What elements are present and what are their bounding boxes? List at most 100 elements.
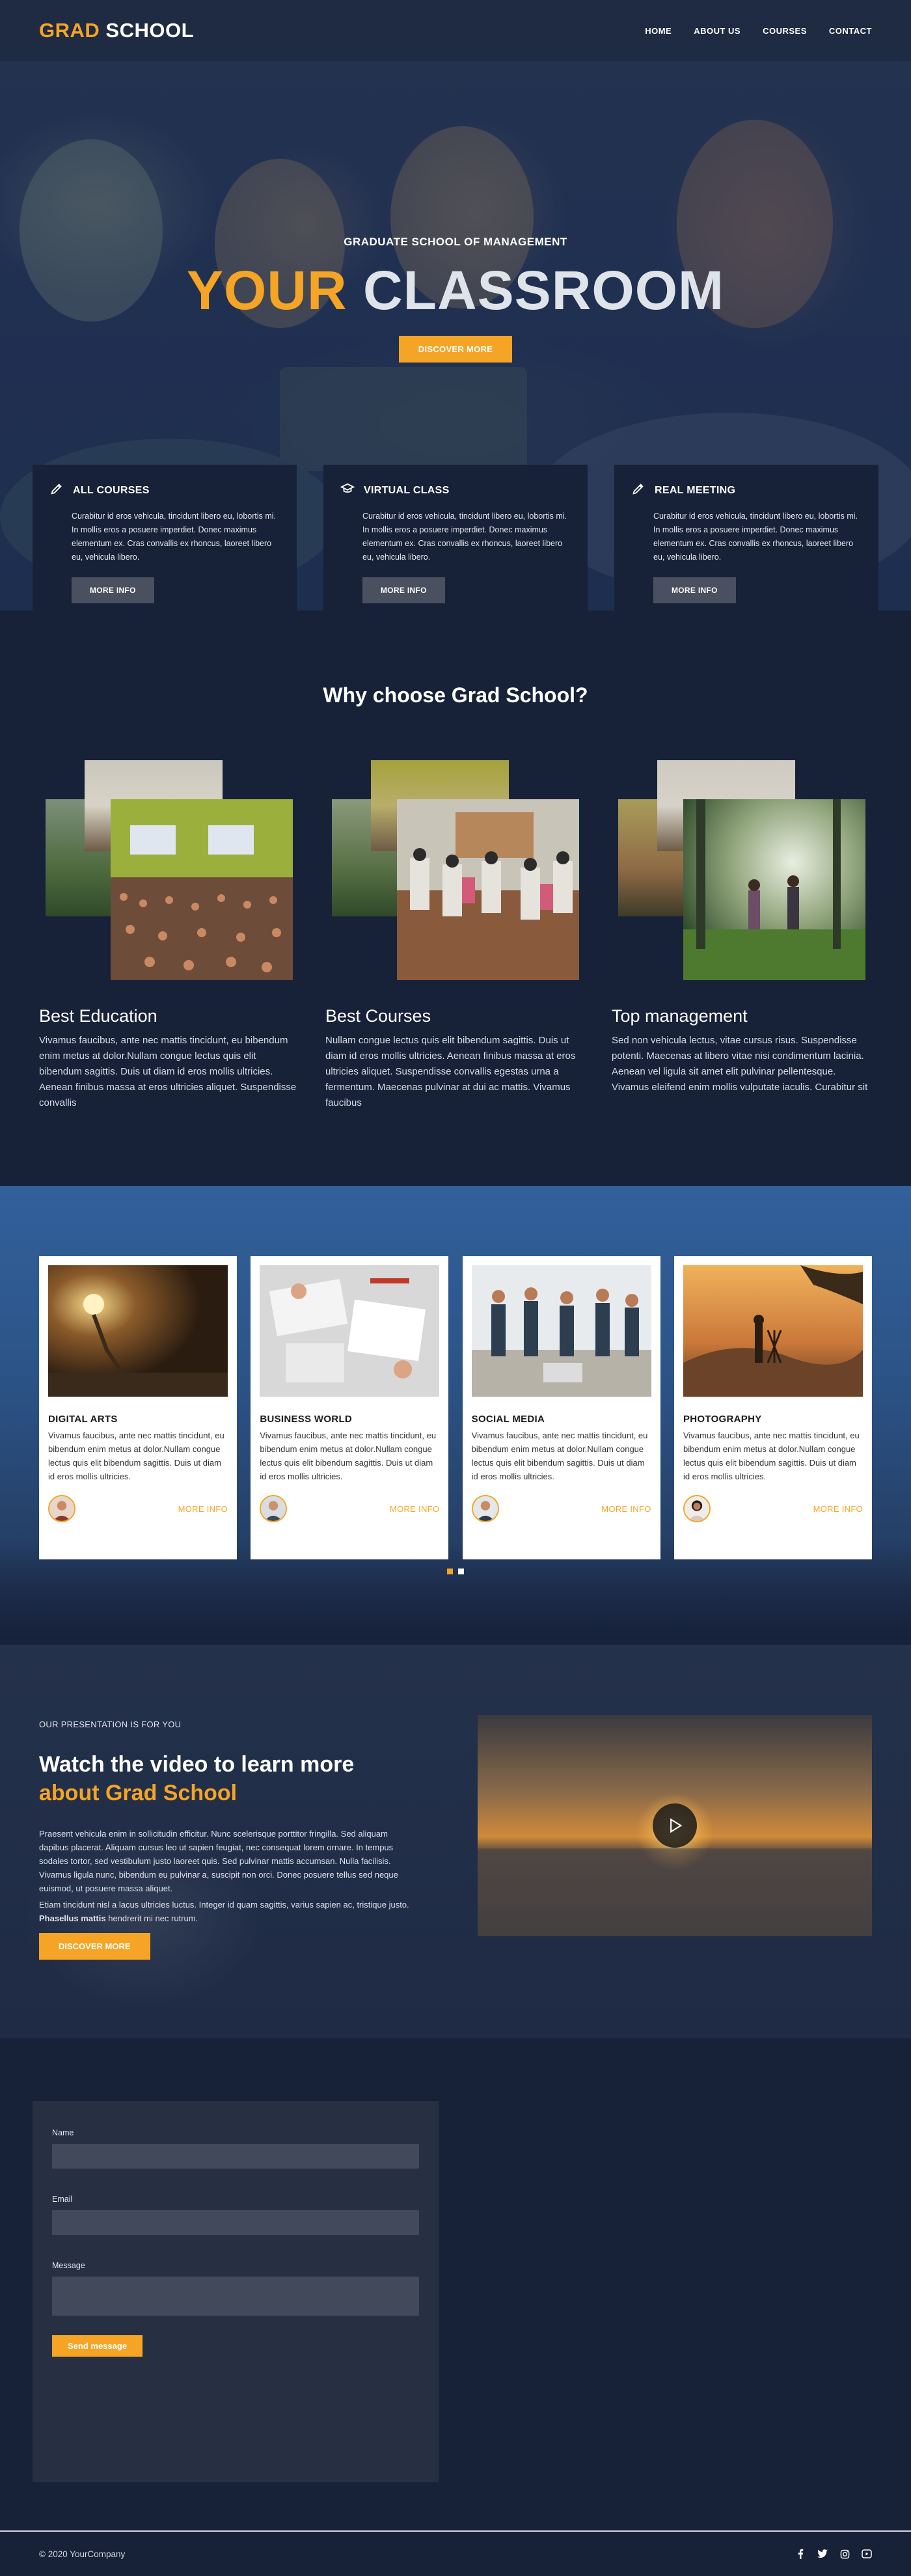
video-paragraph-2-end: hendrerit mi nec rutrum.	[105, 1913, 198, 1923]
course-text: Vivamus faucibus, ante nec mattis tincid…	[471, 1431, 648, 1481]
carousel-dot-1[interactable]	[447, 1569, 453, 1574]
avatar	[260, 1495, 288, 1522]
pencil-icon	[49, 482, 64, 499]
course-card-business-world[interactable]: BUSINESS WORLD Vivamus faucibus, ante ne…	[251, 1256, 449, 1559]
carousel-dots	[0, 1569, 911, 1574]
course-image	[683, 1265, 863, 1397]
why-columns: Best Education Vivamus faucibus, ante ne…	[39, 760, 872, 1111]
photo-stack	[612, 760, 872, 980]
logo-accent-text: GRAD	[39, 19, 100, 42]
video-title-accent: about Grad School	[39, 1781, 238, 1805]
nav-contact[interactable]: CONTACT	[829, 26, 872, 36]
feature-title: REAL MEETING	[655, 484, 736, 496]
feature-card-virtual-class: VIRTUAL CLASS Curabitur id eros vehicula…	[323, 465, 588, 610]
photo-stack	[39, 760, 299, 980]
video-paragraph-2-text: Etiam tincidunt nisl a lacus ultricies l…	[39, 1900, 409, 1910]
course-text: Vivamus faucibus, ante nec mattis tincid…	[260, 1431, 437, 1481]
course-image	[260, 1265, 440, 1397]
feature-text: Curabitur id eros vehicula, tincidunt li…	[653, 512, 858, 562]
contact-form: Name Email Message Send message	[33, 2101, 439, 2482]
photo-stack	[325, 760, 586, 980]
video-paragraph-2-bold: Phasellus mattis	[39, 1913, 106, 1923]
course-title: PHOTOGRAPHY	[683, 1414, 762, 1425]
feature-title: VIRTUAL CLASS	[364, 484, 450, 496]
feature-title: ALL COURSES	[73, 484, 150, 496]
feature-card-all-courses: ALL COURSES Curabitur id eros vehicula, …	[33, 465, 297, 610]
course-image	[48, 1265, 228, 1397]
hero-content: GRADUATE SCHOOL OF MANAGEMENT YOUR CLASS…	[0, 236, 911, 363]
course-text: Vivamus faucibus, ante nec mattis tincid…	[48, 1431, 224, 1481]
site-header: GRAD SCHOOL HOME ABOUT US COURSES CONTAC…	[0, 0, 911, 61]
main-nav: HOME ABOUT US COURSES CONTACT	[645, 26, 872, 36]
play-button[interactable]	[653, 1803, 697, 1848]
email-field[interactable]	[52, 2210, 419, 2235]
courses-section: DIGITAL ARTS Vivamus faucibus, ante nec …	[0, 1186, 911, 1645]
more-info-link[interactable]: MORE INFO	[601, 1504, 651, 1514]
video-title: Watch the video to learn more	[39, 1752, 355, 1777]
twitter-icon[interactable]	[817, 2549, 828, 2559]
nav-home[interactable]: HOME	[645, 26, 672, 36]
logo-text: SCHOOL	[105, 19, 195, 42]
hero-title-accent: YOUR	[186, 260, 347, 321]
social-links	[795, 2549, 872, 2559]
nav-about-us[interactable]: ABOUT US	[694, 26, 741, 36]
name-label: Name	[52, 2128, 74, 2137]
why-item-title: Best Courses	[325, 1006, 431, 1026]
video-paragraph: Praesent vehicula enim in sollicitudin e…	[39, 1829, 398, 1893]
course-image	[471, 1265, 651, 1397]
site-logo[interactable]: GRAD SCHOOL	[39, 19, 194, 42]
youtube-icon[interactable]	[862, 2549, 872, 2559]
more-info-button[interactable]: MORE INFO	[362, 577, 445, 603]
why-item-best-courses: Best Courses Nullam congue lectus quis e…	[325, 760, 586, 1111]
instagram-icon[interactable]	[839, 2549, 850, 2559]
hero-title-main: CLASSROOM	[363, 260, 725, 321]
more-info-link[interactable]: MORE INFO	[178, 1504, 228, 1514]
course-card-social-media[interactable]: SOCIAL MEDIA Vivamus faucibus, ante nec …	[462, 1256, 660, 1559]
send-message-button[interactable]: Send message	[52, 2335, 143, 2357]
nav-courses[interactable]: COURSES	[763, 26, 807, 36]
discover-more-button[interactable]: DISCOVER MORE	[398, 336, 513, 363]
discover-more-button[interactable]: DISCOVER MORE	[39, 1933, 150, 1960]
site-footer: © 2020 YourCompany	[0, 2530, 911, 2576]
hero-subtitle: GRADUATE SCHOOL OF MANAGEMENT	[344, 236, 567, 248]
course-title: SOCIAL MEDIA	[471, 1414, 545, 1425]
classroom-photo	[397, 799, 579, 980]
contact-section: Name Email Message Send message	[0, 2038, 911, 2530]
why-item-title: Top management	[612, 1006, 748, 1026]
why-item-top-management: Top management Sed non vehicula lectus, …	[612, 760, 872, 1111]
feature-card-real-meeting: REAL MEETING Curabitur id eros vehicula,…	[614, 465, 878, 610]
name-field[interactable]	[52, 2144, 419, 2169]
video-player[interactable]	[478, 1715, 872, 1936]
facebook-icon[interactable]	[795, 2549, 806, 2559]
more-info-link[interactable]: MORE INFO	[390, 1504, 439, 1514]
course-card-photography[interactable]: PHOTOGRAPHY Vivamus faucibus, ante nec m…	[673, 1256, 872, 1559]
more-info-link[interactable]: MORE INFO	[813, 1504, 863, 1514]
graduation-cap-icon	[340, 482, 355, 499]
feature-text: Curabitur id eros vehicula, tincidunt li…	[362, 512, 567, 562]
feature-text: Curabitur id eros vehicula, tincidunt li…	[72, 512, 277, 562]
course-text: Vivamus faucibus, ante nec mattis tincid…	[683, 1431, 860, 1481]
avatar	[48, 1495, 75, 1522]
more-info-button[interactable]: MORE INFO	[72, 577, 154, 603]
video-eyebrow: OUR PRESENTATION IS FOR YOU	[39, 1720, 182, 1729]
hero-section: GRADUATE SCHOOL OF MANAGEMENT YOUR CLASS…	[0, 61, 911, 610]
course-title: BUSINESS WORLD	[260, 1414, 353, 1425]
lecture-hall-photo	[111, 799, 293, 980]
why-item-title: Best Education	[39, 1006, 157, 1026]
copyright: © 2020 YourCompany	[39, 2549, 126, 2559]
more-info-button[interactable]: MORE INFO	[653, 577, 736, 603]
why-section: Why choose Grad School? Best Education V…	[0, 610, 911, 1186]
message-field[interactable]	[52, 2277, 419, 2316]
why-item-best-education: Best Education Vivamus faucibus, ante ne…	[39, 760, 299, 1111]
pencil-icon	[631, 482, 646, 499]
course-card-digital-arts[interactable]: DIGITAL ARTS Vivamus faucibus, ante nec …	[39, 1256, 237, 1559]
play-icon	[670, 1818, 683, 1833]
message-label: Message	[52, 2261, 85, 2270]
carousel-dot-2[interactable]	[458, 1569, 464, 1574]
why-item-text: Sed non vehicula lectus, vitae cursus ri…	[612, 1035, 868, 1093]
video-paragraph-2: Etiam tincidunt nisl a lacus ultricies l…	[39, 1898, 416, 1925]
courses-carousel: DIGITAL ARTS Vivamus faucibus, ante nec …	[39, 1256, 872, 1559]
avatar	[471, 1495, 499, 1522]
hero-title: YOUR CLASSROOM	[0, 263, 911, 318]
why-item-text: Nullam congue lectus quis elit bibendum …	[325, 1035, 576, 1108]
